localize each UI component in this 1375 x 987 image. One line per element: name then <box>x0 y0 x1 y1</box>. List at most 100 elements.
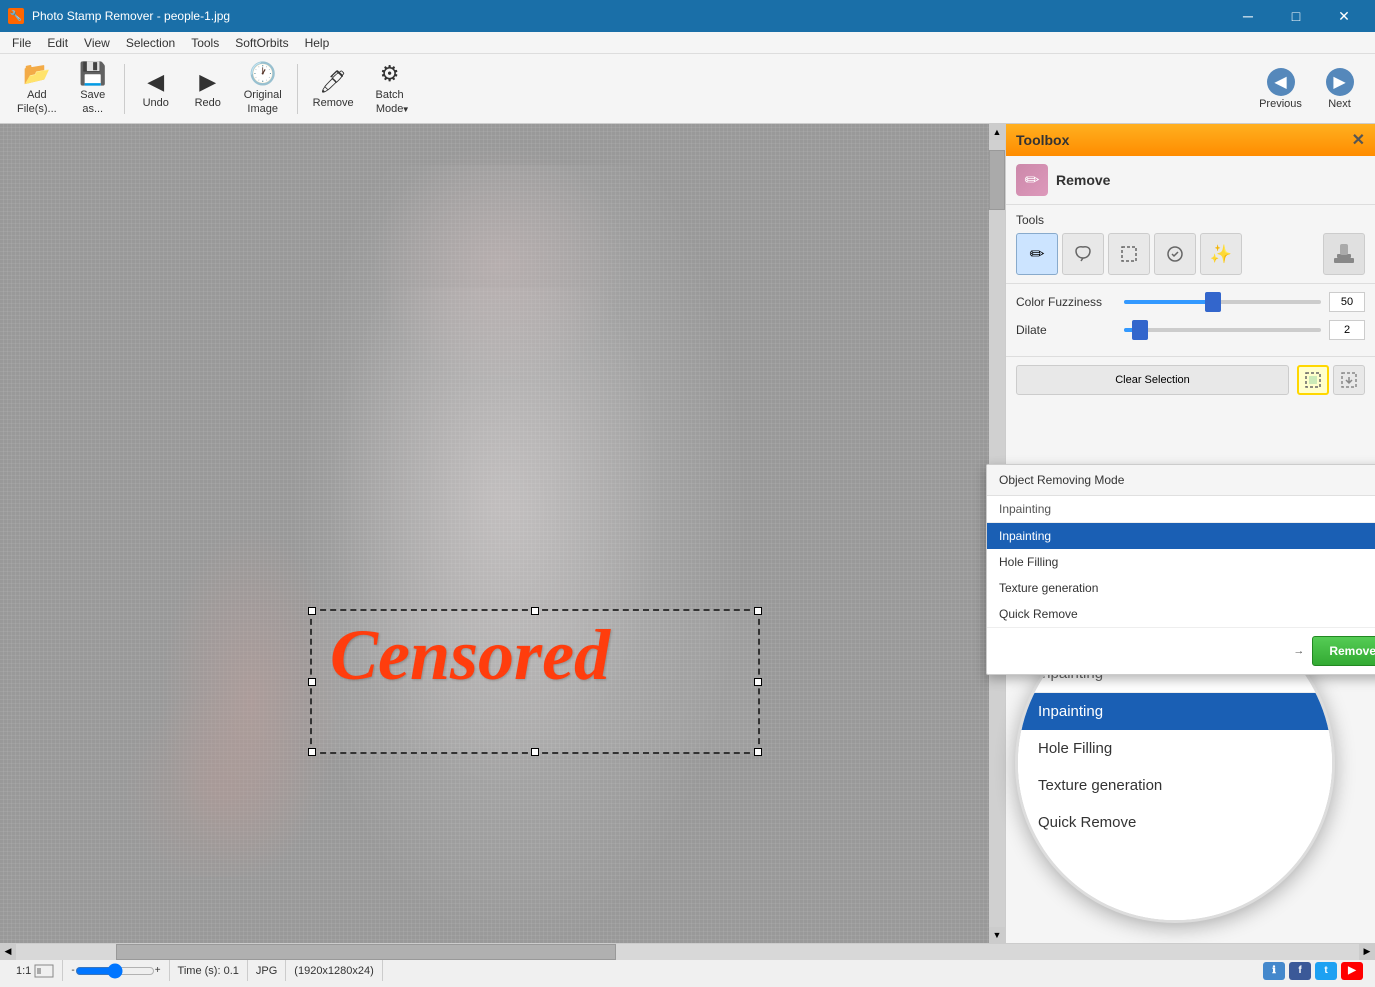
title-bar-left: 🔧 Photo Stamp Remover - people-1.jpg <box>8 8 230 24</box>
menu-edit[interactable]: Edit <box>39 34 76 52</box>
selection-handle-mr[interactable] <box>754 678 762 686</box>
menu-view[interactable]: View <box>76 34 118 52</box>
youtube-button[interactable]: ▶ <box>1341 962 1363 980</box>
canvas-area[interactable]: Censored ▲ ▼ <box>0 124 1005 943</box>
redo-button[interactable]: ▶ Redo <box>183 59 233 119</box>
title-bar: 🔧 Photo Stamp Remover - people-1.jpg ─ □… <box>0 0 1375 32</box>
scroll-up-arrow[interactable]: ▲ <box>989 124 1005 140</box>
removing-mode-dropdown[interactable]: Object Removing Mode Inpainting Inpainti… <box>986 464 1375 675</box>
status-bar: 1:1 - + Time (s): 0.1 JPG (1920x1280x24)… <box>0 959 1375 981</box>
previous-icon: ◀ <box>1267 68 1295 96</box>
zoom-level: 1:1 <box>8 960 63 981</box>
scroll-down-arrow[interactable]: ▼ <box>989 927 1005 943</box>
color-fuzziness-track <box>1124 300 1321 304</box>
maximize-button[interactable]: □ <box>1273 0 1319 32</box>
menu-help[interactable]: Help <box>297 34 338 52</box>
pencil-tool-button[interactable]: ✏ <box>1016 233 1058 275</box>
dilate-label: Dilate <box>1016 323 1116 337</box>
save-selection-button[interactable] <box>1297 365 1329 395</box>
selection-handle-bl[interactable] <box>308 748 316 756</box>
lasso-icon <box>1073 244 1093 264</box>
horizontal-scrollbar[interactable]: ◀ ▶ <box>0 943 1375 959</box>
redo-icon: ▶ <box>199 69 216 95</box>
lasso-tool-button[interactable] <box>1062 233 1104 275</box>
stamp-tool-button[interactable] <box>1323 233 1365 275</box>
original-image-icon: 🕐 <box>249 61 276 87</box>
color-fuzziness-value[interactable]: 50 <box>1329 292 1365 312</box>
load-selection-button[interactable] <box>1333 365 1365 395</box>
batch-mode-button[interactable]: ⚙ BatchMode ▼ <box>365 59 415 119</box>
removing-mode-option-hole-filling[interactable]: Hole Filling <box>987 549 1375 575</box>
add-files-button[interactable]: 📂 AddFile(s)... <box>8 59 66 119</box>
previous-button[interactable]: ◀ Previous <box>1253 59 1308 119</box>
undo-button[interactable]: ◀ Undo <box>131 59 181 119</box>
zoom-slider-section[interactable]: - + <box>63 960 169 981</box>
rectangle-select-tool-button[interactable] <box>1108 233 1150 275</box>
selection-handle-bm[interactable] <box>531 748 539 756</box>
dilate-slider[interactable] <box>1124 328 1321 332</box>
action-row: Clear Selection <box>1006 356 1375 403</box>
removing-mode-option-quick-remove[interactable]: Quick Remove <box>987 601 1375 627</box>
add-files-label: AddFile(s)... <box>17 89 57 115</box>
smart-select-button[interactable] <box>1154 233 1196 275</box>
selection-handle-tr[interactable] <box>754 607 762 615</box>
color-fuzziness-slider[interactable] <box>1124 300 1321 304</box>
close-button[interactable]: ✕ <box>1321 0 1367 32</box>
save-as-icon: 💾 <box>79 61 106 87</box>
original-image-button[interactable]: 🕐 OriginalImage <box>235 59 291 119</box>
twitter-button[interactable]: t <box>1315 962 1337 980</box>
remove-action-button[interactable]: Remove <box>1312 636 1375 666</box>
selection-handle-tm[interactable] <box>531 607 539 615</box>
batch-dropdown-arrow: ▼ <box>402 105 410 114</box>
rectangle-select-icon <box>1119 244 1139 264</box>
dilate-value[interactable]: 2 <box>1329 320 1365 340</box>
next-button[interactable]: ▶ Next <box>1312 59 1367 119</box>
tools-label: Tools <box>1016 213 1365 227</box>
save-as-button[interactable]: 💾 Saveas... <box>68 59 118 119</box>
facebook-button[interactable]: f <box>1289 962 1311 980</box>
color-fuzziness-thumb[interactable] <box>1205 292 1221 312</box>
selection-handle-br[interactable] <box>754 748 762 756</box>
dilate-track <box>1124 328 1321 332</box>
zoom-plus[interactable]: + <box>155 965 161 976</box>
clear-selection-button[interactable]: Clear Selection <box>1016 365 1289 395</box>
remove-icon: 🖊 <box>319 69 347 95</box>
toolbox-title: Toolbox <box>1016 132 1069 148</box>
minimize-button[interactable]: ─ <box>1225 0 1271 32</box>
dropdown-footer: → Remove <box>987 627 1375 674</box>
sliders-section: Color Fuzziness 50 Dilate 2 <box>1006 284 1375 356</box>
remove-button[interactable]: 🖊 Remove <box>304 59 363 119</box>
h-scroll-track[interactable] <box>16 944 1359 960</box>
save-selection-icon <box>1304 371 1322 389</box>
menu-file[interactable]: File <box>4 34 39 52</box>
zoom-slider[interactable] <box>75 963 155 979</box>
toolbox-close-button[interactable]: ✕ <box>1352 130 1365 150</box>
next-label: Next <box>1328 98 1351 110</box>
undo-icon: ◀ <box>147 69 164 95</box>
scroll-thumb-v[interactable] <box>989 150 1005 210</box>
info-button[interactable]: ℹ <box>1263 962 1285 980</box>
toolbox-header: Toolbox ✕ <box>1006 124 1375 156</box>
selection-handle-ml[interactable] <box>308 678 316 686</box>
batch-mode-icon: ⚙ <box>380 61 400 87</box>
dimensions-section: (1920x1280x24) <box>286 960 383 981</box>
scroll-right-arrow[interactable]: ▶ <box>1359 944 1375 960</box>
removing-mode-option-texture-gen[interactable]: Texture generation <box>987 575 1375 601</box>
magic-wand-button[interactable]: ✨ <box>1200 233 1242 275</box>
dilate-thumb[interactable] <box>1132 320 1148 340</box>
zoom-icon <box>34 964 54 978</box>
title-bar-controls: ─ □ ✕ <box>1225 0 1367 32</box>
zoom-value: 1:1 <box>16 965 31 977</box>
selection-rectangle <box>310 609 760 754</box>
scroll-left-arrow[interactable]: ◀ <box>0 944 16 960</box>
h-scroll-thumb[interactable] <box>116 944 616 960</box>
nav-section: ◀ Previous ▶ Next <box>1253 59 1367 119</box>
removing-mode-option-inpainting[interactable]: Inpainting <box>987 523 1375 549</box>
remove-footer-label: → <box>1293 645 1304 657</box>
remove-label: Remove <box>313 97 354 109</box>
menu-selection[interactable]: Selection <box>118 34 183 52</box>
menu-tools[interactable]: Tools <box>183 34 227 52</box>
selection-handle-tl[interactable] <box>308 607 316 615</box>
social-links: ℹ f t ▶ <box>1263 962 1367 980</box>
menu-softorbits[interactable]: SoftOrbits <box>227 34 296 52</box>
